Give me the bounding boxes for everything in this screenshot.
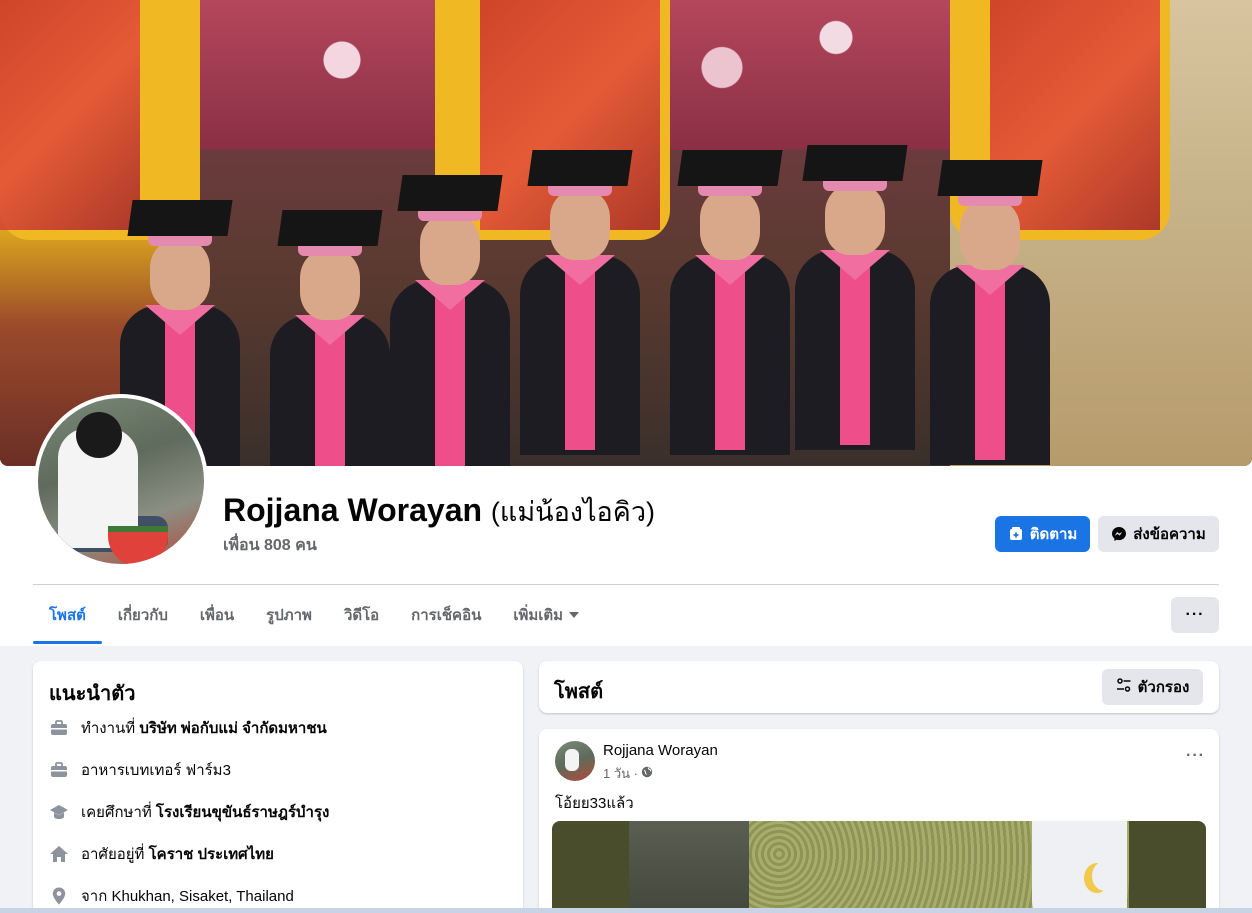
post-options-button[interactable]: ··· — [1186, 747, 1205, 765]
intro-work-prefix: ทำงานที่ — [81, 720, 140, 737]
tab-checkins-label: การเช็คอิน — [411, 607, 482, 624]
tab-posts[interactable]: โพสต์ — [33, 586, 102, 644]
tab-about-label: เกี่ยวกับ — [117, 607, 168, 624]
profile-tabs: โพสต์ เกี่ยวกับ เพื่อน รูปภาพ วิดีโอ การ… — [33, 586, 595, 644]
tab-posts-label: โพสต์ — [49, 607, 86, 624]
intro-lives-prefix: อาศัยอยู่ที่ — [81, 846, 149, 863]
tab-checkins[interactable]: การเช็คอิน — [395, 586, 497, 644]
post-author-avatar[interactable] — [555, 741, 595, 781]
cover-child — [520, 150, 640, 455]
intro-lives-place[interactable]: โคราช ประเทศไทย — [149, 846, 274, 863]
tab-more-label: เพิ่มเติม — [513, 607, 564, 624]
follow-label: ติดตาม — [1029, 526, 1078, 543]
intro-title: แนะนำตัว — [49, 683, 136, 705]
home-icon — [49, 844, 69, 864]
tab-videos[interactable]: วิดีโอ — [328, 586, 395, 644]
post-timestamp[interactable]: 1 วัน · — [603, 763, 638, 784]
tab-photos-label: รูปภาพ — [266, 607, 312, 624]
cover-child — [390, 175, 510, 466]
intro-row-work-2: อาหารเบทเทอร์ ฟาร์ม3 — [49, 758, 231, 782]
tab-more[interactable]: เพิ่มเติม — [497, 586, 595, 644]
profile-nickname: (แม่น้องไอคิว) — [490, 497, 655, 527]
tab-friends[interactable]: เพื่อน — [184, 586, 250, 644]
intro-row-lives: อาศัยอยู่ที่ โคราช ประเทศไทย — [49, 842, 274, 866]
post-author-name[interactable]: Rojjana Worayan — [603, 742, 718, 759]
follow-button[interactable]: ติดตาม — [995, 516, 1090, 552]
intro-from-place[interactable]: Khukhan, Sisaket, Thailand — [111, 888, 293, 905]
cover-child — [670, 150, 790, 455]
profile-header: Rojjana Worayan (แม่น้องไอคิว) เพื่อน 80… — [0, 0, 1252, 646]
filter-label: ตัวกรอง — [1137, 679, 1190, 696]
intro-work-2-text: อาหารเบทเทอร์ ฟาร์ม3 — [81, 762, 231, 779]
send-message-label: ส่งข้อความ — [1133, 526, 1206, 543]
tab-about[interactable]: เกี่ยวกับ — [102, 586, 184, 644]
post-text: โอ้ยย33แล้ว — [555, 795, 634, 812]
tab-friends-label: เพื่อน — [199, 607, 235, 624]
filter-button[interactable]: ตัวกรอง — [1102, 669, 1203, 705]
post-meta: 1 วัน · — [603, 763, 653, 784]
tab-videos-label: วิดีโอ — [343, 607, 380, 624]
intro-card: แนะนำตัว ทำงานที่ บริษัท พ่อกับแม่ จำกัด… — [33, 661, 523, 913]
send-message-button[interactable]: ส่งข้อความ — [1098, 516, 1219, 552]
window-bottom-edge — [0, 908, 1252, 913]
posts-title: โพสต์ — [554, 681, 604, 703]
messenger-icon — [1111, 526, 1127, 542]
cover-child — [930, 160, 1050, 465]
profile-avatar[interactable] — [34, 394, 208, 568]
intro-row-from: จาก Khukhan, Sisaket, Thailand — [49, 884, 294, 908]
intro-row-education: เคยศึกษาที่ โรงเรียนขุขันธ์ราษฎร์บำรุง — [49, 800, 329, 824]
location-pin-icon — [49, 886, 69, 906]
post-card: Rojjana Worayan 1 วัน · ··· โอ้ยย33แล้ว — [539, 729, 1219, 913]
cover-photo[interactable] — [0, 0, 1252, 466]
briefcase-icon — [49, 718, 69, 738]
chevron-down-icon — [569, 612, 580, 618]
intro-row-work: ทำงานที่ บริษัท พ่อกับแม่ จำกัดมหาชน — [49, 716, 327, 740]
header-divider — [33, 584, 1219, 585]
post-image[interactable] — [552, 821, 1206, 913]
intro-education-school[interactable]: โรงเรียนขุขันธ์ราษฎร์บำรุง — [156, 804, 329, 821]
intro-work-place[interactable]: บริษัท พ่อกับแม่ จำกัดมหาชน — [139, 720, 326, 737]
follow-icon — [1008, 526, 1024, 542]
profile-more-button[interactable]: ··· — [1171, 597, 1219, 633]
profile-name: Rojjana Worayan (แม่น้องไอคิว) — [223, 490, 655, 533]
profile-name-text: Rojjana Worayan — [223, 492, 483, 528]
posts-header-card: โพสต์ ตัวกรอง — [539, 661, 1219, 713]
cover-child — [795, 145, 915, 450]
globe-icon — [641, 766, 653, 781]
tab-photos[interactable]: รูปภาพ — [250, 586, 328, 644]
cover-child — [270, 210, 390, 466]
friends-count-link[interactable]: เพื่อน 808 คน — [223, 533, 317, 558]
graduation-cap-icon — [49, 802, 69, 822]
intro-education-prefix: เคยศึกษาที่ — [81, 804, 156, 821]
cover-sash-left — [0, 0, 140, 230]
intro-from-prefix: จาก — [81, 888, 112, 905]
briefcase-icon — [49, 760, 69, 780]
filter-icon — [1116, 677, 1132, 697]
